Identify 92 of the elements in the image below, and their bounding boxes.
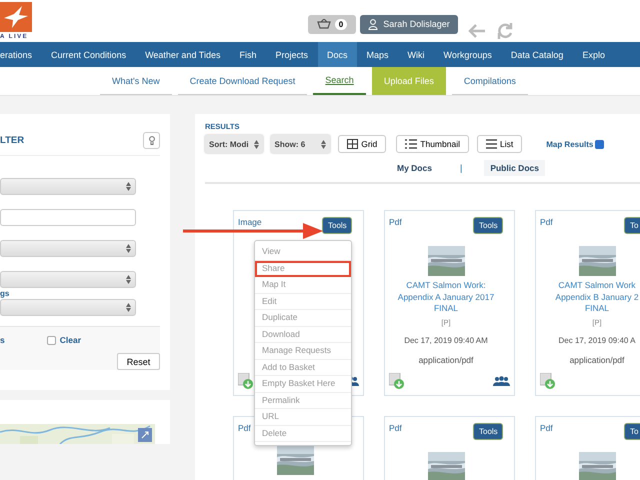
list-icon xyxy=(486,139,497,149)
filter-select[interactable] xyxy=(0,240,136,257)
doc-title[interactable]: CAMT Salmon Work xyxy=(558,280,636,292)
menu-item[interactable]: Download xyxy=(255,326,351,343)
field-label: gs xyxy=(0,289,10,298)
filter-input[interactable] xyxy=(0,209,136,226)
sort-arrows-icon xyxy=(126,182,131,191)
nav-item[interactable]: erations xyxy=(0,42,42,67)
view-button[interactable]: Thumbnail xyxy=(396,135,469,153)
download-icon[interactable] xyxy=(540,373,556,389)
list-bullets-icon xyxy=(405,139,418,149)
doc-type: Pdf xyxy=(540,423,553,433)
tools-button[interactable]: Tools xyxy=(322,217,352,234)
grid-icon xyxy=(347,139,358,149)
map-results-label: Map Results xyxy=(546,140,594,148)
expand-icon[interactable] xyxy=(138,428,152,442)
doc-title[interactable]: FINAL xyxy=(584,303,610,314)
basket-button[interactable]: 0 xyxy=(308,14,356,34)
doc-mime-type: application/pdf xyxy=(418,354,474,364)
nav-item[interactable]: Explo xyxy=(572,42,614,67)
menu-item[interactable]: Delete xyxy=(255,426,351,442)
filter-select[interactable] xyxy=(0,271,136,288)
tools-button[interactable]: Tools xyxy=(473,423,503,440)
menu-item[interactable]: Edit xyxy=(255,294,351,310)
doc-type: Pdf xyxy=(238,423,251,433)
back-arrow-icon[interactable] xyxy=(468,24,486,38)
sort-arrows-icon xyxy=(126,244,131,253)
doc-date: Dec 17, 2019 09:40 A xyxy=(558,336,636,344)
nav-item[interactable]: Wiki xyxy=(398,42,434,67)
sort-arrows-icon xyxy=(126,303,131,312)
subnav-link[interactable]: Search xyxy=(313,67,366,95)
menu-item[interactable]: URL xyxy=(255,409,351,426)
subnav-link[interactable]: Create Download Request xyxy=(178,67,308,95)
sort-arrows-icon xyxy=(321,140,326,148)
tools-button[interactable]: To xyxy=(624,217,640,234)
nav-item[interactable]: Weather and Tides xyxy=(136,42,230,67)
doc-type: Image xyxy=(238,217,262,227)
nav-item[interactable]: Fish xyxy=(230,42,266,67)
nav-item[interactable]: Workgroups xyxy=(434,42,502,67)
filter-select[interactable] xyxy=(0,178,136,195)
sort-select[interactable]: Sort: Modi xyxy=(205,135,263,153)
option-label: s xyxy=(0,335,5,345)
doc-type: Pdf xyxy=(540,217,553,227)
view-button[interactable]: List xyxy=(476,135,522,153)
download-icon[interactable] xyxy=(389,373,405,389)
separator: | xyxy=(460,163,462,173)
doc-title[interactable]: FINAL xyxy=(434,303,458,314)
doc-title[interactable]: CAMT Salmon Work: xyxy=(406,280,486,292)
nav-item[interactable]: Maps xyxy=(357,42,398,67)
menu-item[interactable]: Duplicate xyxy=(255,310,351,326)
sort-arrows-icon xyxy=(254,140,259,148)
user-name: Sarah Dolislager xyxy=(383,19,450,29)
menu-item[interactable]: Empty Basket Here xyxy=(255,376,351,392)
menu-item[interactable]: View xyxy=(255,244,351,260)
docs-tab[interactable]: My Docs xyxy=(391,160,438,176)
redo-icon[interactable] xyxy=(496,23,514,39)
menu-item[interactable]: Manage Requests xyxy=(255,343,351,360)
filter-title: LTER xyxy=(0,135,24,146)
checkbox-label: Clear xyxy=(60,335,81,345)
tools-button[interactable]: Tools xyxy=(473,217,503,234)
user-icon xyxy=(368,18,378,30)
menu-item[interactable]: Share xyxy=(255,260,351,277)
nav-item[interactable]: Projects xyxy=(266,42,318,67)
show-select[interactable]: Show: 6 xyxy=(270,135,330,153)
view-button[interactable]: Grid xyxy=(338,135,386,153)
doc-type: Pdf xyxy=(389,423,402,433)
docs-tab[interactable]: Public Docs xyxy=(484,160,545,176)
lightbulb-icon xyxy=(148,136,154,145)
filter-select[interactable] xyxy=(0,299,136,316)
subnav-link[interactable]: Compilations xyxy=(452,67,528,95)
nav-item[interactable]: Current Conditions xyxy=(42,42,136,67)
tools-button[interactable]: To xyxy=(624,423,640,440)
checkbox[interactable] xyxy=(46,336,56,344)
nav-item[interactable]: Data Catalog xyxy=(501,42,573,67)
doc-date: Dec 17, 2019 09:40 AM xyxy=(404,336,488,344)
menu-item[interactable]: Add to Basket xyxy=(255,360,351,376)
download-icon[interactable] xyxy=(238,373,254,389)
basket-count: 0 xyxy=(334,18,348,30)
doc-type: Pdf xyxy=(389,217,402,227)
reset-button[interactable]: Reset xyxy=(117,353,160,370)
basket-icon xyxy=(316,19,331,29)
checkbox[interactable] xyxy=(595,140,604,148)
doc-mime-type: application/pdf xyxy=(570,354,624,364)
doc-title[interactable]: Appendix B January 2 xyxy=(555,292,639,303)
menu-item[interactable]: Map It xyxy=(255,277,351,294)
menu-item[interactable]: Permalink xyxy=(255,392,351,409)
sort-arrows-icon xyxy=(126,275,131,284)
subnav-link[interactable]: What's New xyxy=(100,67,172,95)
user-button[interactable]: Sarah Dolislager xyxy=(360,14,458,34)
nav-item[interactable]: Docs xyxy=(318,42,358,67)
doc-title[interactable]: Appendix A January 2017 xyxy=(398,292,494,303)
help-button[interactable] xyxy=(143,132,160,149)
